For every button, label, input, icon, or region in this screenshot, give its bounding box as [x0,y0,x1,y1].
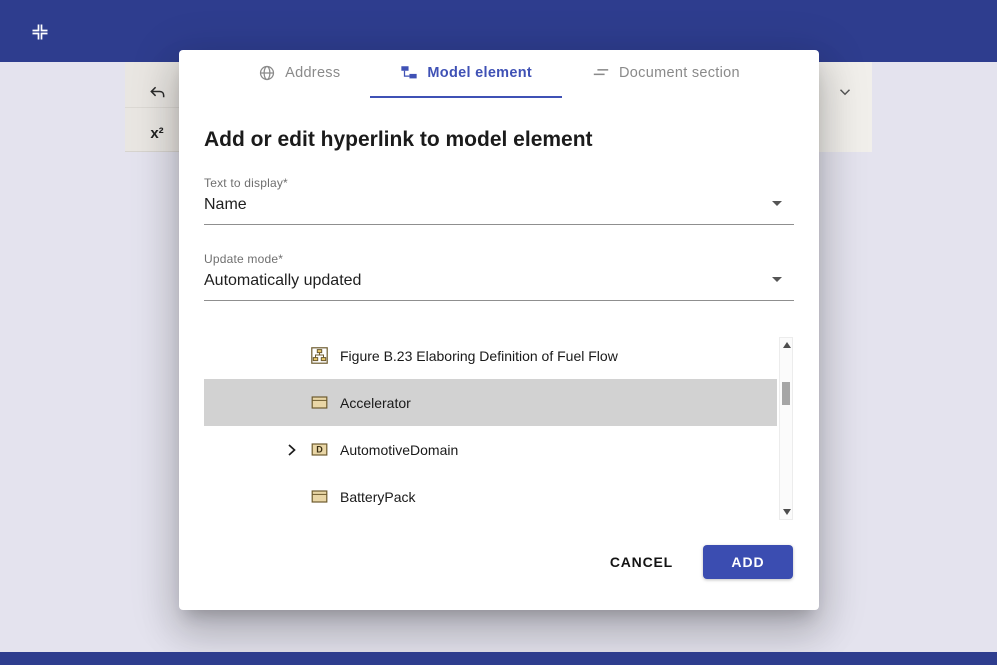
hyperlink-dialog: Address Model element [179,50,819,610]
block-icon [311,488,328,505]
chevron-down-icon[interactable] [832,79,858,105]
field-label: Text to display* [204,176,794,190]
tree-item-label: Figure B.23 Elaboring Definition of Fuel… [340,348,618,364]
tree-item-label: BatteryPack [340,489,415,505]
tab-model-element[interactable]: Model element [370,50,562,98]
dialog-title: Add or edit hyperlink to model element [204,128,593,152]
dropdown-caret-icon [772,201,782,211]
tab-document-section[interactable]: Document section [562,50,770,98]
tree-row[interactable]: BatteryPack [204,473,777,520]
app-window: x² Address [0,0,997,665]
scroll-up-icon[interactable] [783,342,791,348]
dialog-tabs: Address Model element [179,50,819,98]
tab-label: Address [285,65,340,81]
tab-label: Model element [427,65,532,81]
chevron-right-icon[interactable] [283,441,311,459]
tree-item-label: AutomotiveDomain [340,442,458,458]
tree-row-selected[interactable]: Accelerator [204,379,777,426]
expander-slot [283,347,311,365]
document-section-icon [592,64,610,82]
text-to-display-field: Text to display* Name [204,176,794,225]
dropdown-caret-icon [772,277,782,287]
field-label: Update mode* [204,252,794,266]
bottom-bar [0,652,997,665]
scrollbar-thumb[interactable] [782,382,790,405]
block-icon [311,394,328,411]
domain-block-icon: D [311,441,328,458]
scroll-down-icon[interactable] [783,509,791,515]
add-button[interactable]: ADD [703,545,793,579]
toolbar-right-section [817,62,872,152]
model-element-icon [400,64,418,82]
tab-address[interactable]: Address [228,50,370,98]
update-mode-select[interactable]: Automatically updated [204,266,794,301]
update-mode-field: Update mode* Automatically updated [204,252,794,301]
tab-label: Document section [619,65,740,81]
tree-row[interactable]: D AutomotiveDomain [204,426,777,473]
tree-row[interactable]: Figure B.23 Elaboring Definition of Fuel… [204,332,777,379]
expander-slot [283,394,311,412]
expander-slot [283,488,311,506]
text-to-display-select[interactable]: Name [204,190,794,225]
dialog-actions: CANCEL ADD [608,545,793,579]
undo-icon[interactable] [144,79,170,105]
collapse-icon[interactable] [30,22,50,42]
diagram-icon [311,347,328,364]
globe-icon [258,64,276,82]
model-element-tree: Figure B.23 Elaboring Definition of Fuel… [204,332,777,520]
svg-text:D: D [316,445,323,455]
cancel-button[interactable]: CANCEL [608,546,675,578]
field-value: Automatically updated [204,272,361,289]
field-value: Name [204,196,247,213]
tree-scrollbar[interactable] [779,337,793,520]
superscript-button[interactable]: x² [144,120,170,146]
tree-item-label: Accelerator [340,395,411,411]
